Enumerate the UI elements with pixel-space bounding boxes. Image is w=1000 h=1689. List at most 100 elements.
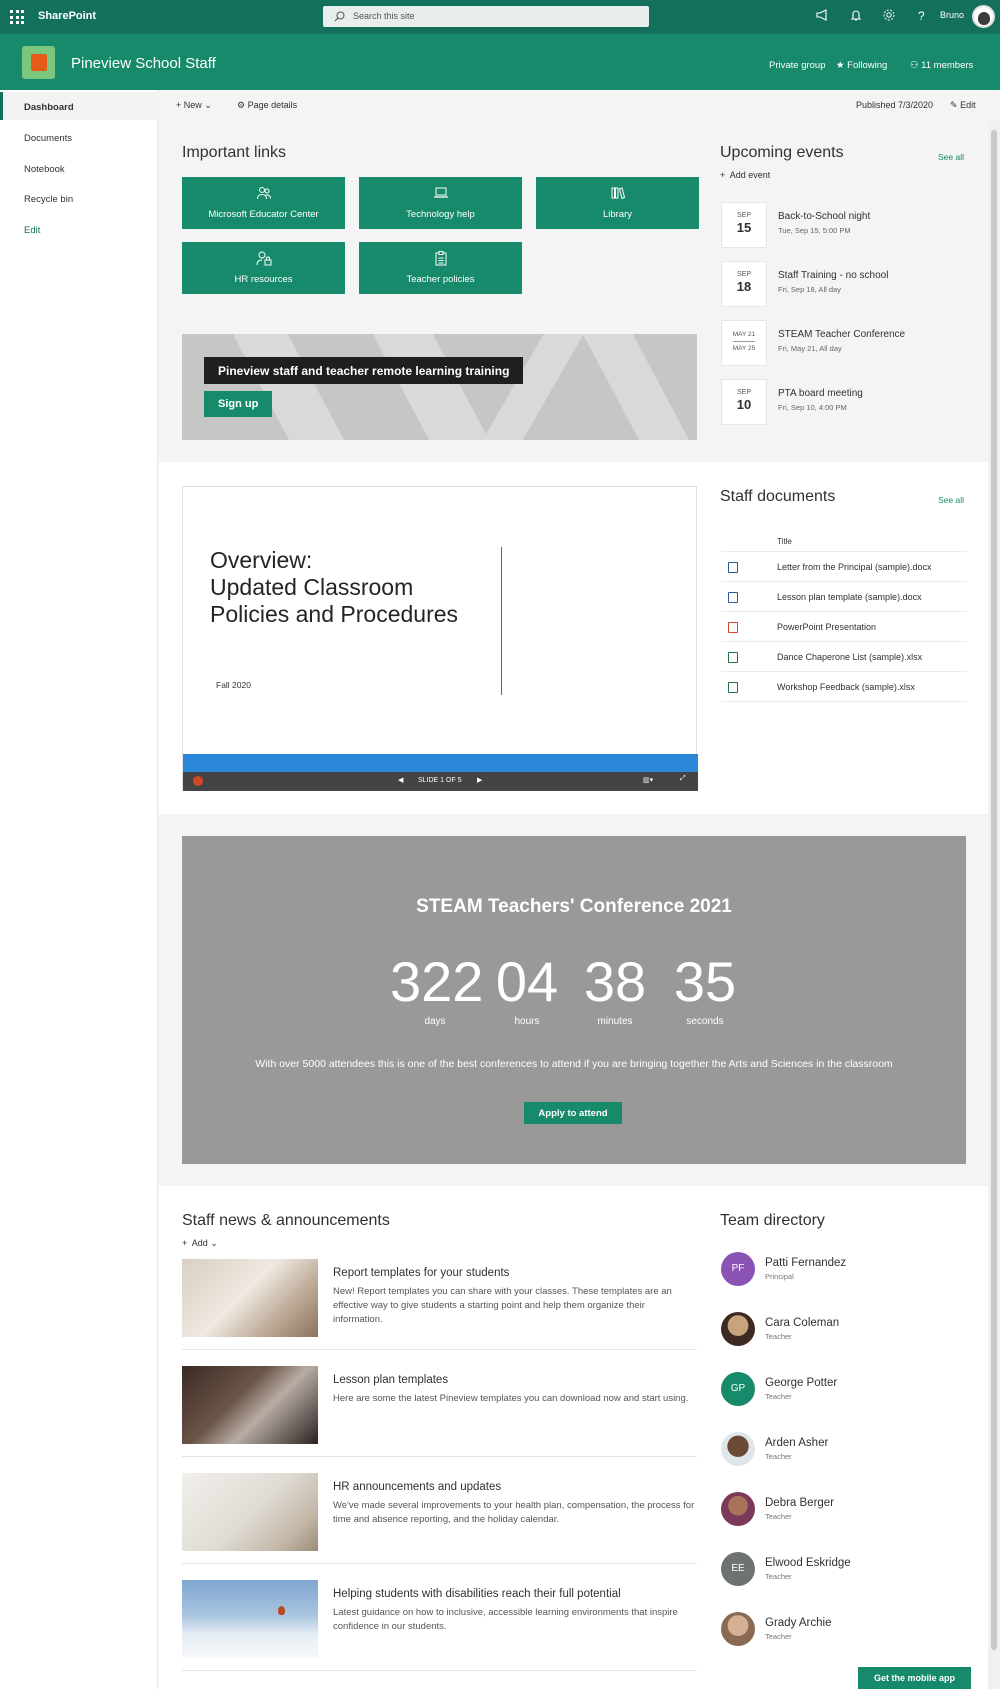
hero-decoration: [227, 334, 352, 440]
library-icon: [611, 187, 626, 200]
quick-link-technology-help[interactable]: Technology help: [359, 177, 522, 229]
add-event-label: Add event: [729, 170, 771, 180]
megaphone-icon[interactable]: [815, 8, 829, 22]
help-icon[interactable]: ?: [918, 9, 925, 23]
user-avatar[interactable]: [972, 5, 995, 28]
person-card[interactable]: Debra Berger Teacher: [721, 1492, 961, 1532]
slide-counter: SLIDE 1 OF 5: [418, 777, 462, 784]
next-slide-icon[interactable]: ▶: [477, 776, 482, 784]
previous-slide-icon[interactable]: ◀: [398, 776, 403, 784]
powerpoint-viewer[interactable]: Overview: Updated Classroom Policies and…: [182, 486, 698, 791]
events-see-all-link[interactable]: See all: [938, 152, 964, 162]
gear-icon[interactable]: [882, 8, 896, 22]
document-row[interactable]: Lesson plan template (sample).docx: [721, 582, 967, 612]
balloon-shape: [278, 1606, 285, 1615]
person-role: Teacher: [765, 1452, 792, 1461]
event-title: Back-to-School night: [778, 211, 871, 222]
quick-link-educator-center[interactable]: Microsoft Educator Center: [182, 177, 345, 229]
user-name[interactable]: Bruno: [940, 10, 964, 20]
document-row[interactable]: Workshop Feedback (sample).xlsx: [721, 672, 967, 702]
new-button[interactable]: + New ⌄: [176, 100, 212, 111]
avatar: [721, 1432, 755, 1466]
nav-item-notebook[interactable]: Notebook: [0, 154, 158, 182]
edit-page-button[interactable]: ✎ Edit: [950, 100, 976, 111]
document-row[interactable]: Dance Chaperone List (sample).xlsx: [721, 642, 967, 672]
person-card[interactable]: GP George Potter Teacher: [721, 1372, 961, 1412]
following-button[interactable]: ★ Following: [836, 60, 887, 71]
page-scrollbar[interactable]: [988, 120, 1000, 1689]
hero-banner[interactable]: Pineview staff and teacher remote learni…: [182, 334, 697, 440]
person-card[interactable]: PF Patti Fernandez Principal: [721, 1252, 961, 1292]
bell-icon[interactable]: [849, 8, 863, 22]
person-card[interactable]: Grady Archie Teacher: [721, 1612, 961, 1652]
event-date: SEP 10: [721, 379, 767, 425]
document-row[interactable]: PowerPoint Presentation: [721, 612, 967, 642]
add-event-button[interactable]: + Add event: [720, 170, 770, 180]
news-thumbnail: [182, 1580, 318, 1658]
members-button[interactable]: ⚇ 11 members: [910, 60, 973, 71]
title-column-header[interactable]: Title: [777, 537, 792, 546]
event-month: SEP: [736, 271, 751, 278]
news-title: Staff news & announcements: [182, 1212, 390, 1229]
documents-see-all-link[interactable]: See all: [938, 495, 964, 505]
divider: [182, 1349, 697, 1350]
clipboard-icon: [435, 251, 447, 266]
event-day: 18: [736, 279, 752, 294]
view-options-icon[interactable]: ▥▾: [643, 776, 653, 784]
powerpoint-icon: [193, 776, 203, 786]
document-name: Dance Chaperone List (sample).xlsx: [777, 652, 923, 662]
person-role: Teacher: [765, 1632, 792, 1641]
documents-table: Title Letter from the Principal (sample)…: [721, 530, 967, 702]
countdown-seconds-label: seconds: [686, 1016, 724, 1027]
person-card[interactable]: Arden Asher Teacher: [721, 1432, 961, 1472]
app-launcher-icon[interactable]: [10, 10, 24, 24]
add-news-button[interactable]: + Add ⌄: [182, 1238, 218, 1249]
search-input[interactable]: Search this site: [323, 6, 649, 27]
sign-up-button[interactable]: Sign up: [204, 391, 272, 417]
news-item[interactable]: HR announcements and updates We've made …: [182, 1473, 697, 1564]
nav-item-recycle-bin[interactable]: Recycle bin: [0, 184, 158, 212]
quick-link-label: Technology help: [406, 209, 475, 220]
news-item[interactable]: Report templates for your students New! …: [182, 1259, 697, 1350]
person-role: Teacher: [765, 1572, 792, 1581]
person-lock-icon: [256, 251, 272, 266]
site-header: Pineview School Staff Private group ★ Fo…: [0, 34, 1000, 90]
person-icon: ⚇: [910, 60, 919, 71]
countdown-days-label: days: [424, 1016, 446, 1027]
scrollbar-thumb[interactable]: [991, 130, 997, 1650]
word-file-icon: [728, 562, 738, 573]
quick-link-library[interactable]: Library: [536, 177, 699, 229]
countdown-seconds: 35: [673, 950, 737, 1013]
nav-item-documents[interactable]: Documents: [0, 123, 158, 151]
document-row[interactable]: Letter from the Principal (sample).docx: [721, 552, 967, 582]
event-time: Fri, Sep 18, All day: [778, 285, 841, 294]
event-item[interactable]: SEP 15 Back-to-School night Tue, Sep 15, …: [721, 202, 967, 248]
divider: [182, 1456, 697, 1457]
excel-file-icon: [728, 652, 738, 663]
event-title: STEAM Teacher Conference: [778, 329, 906, 340]
sharepoint-brand[interactable]: SharePoint: [38, 10, 96, 22]
news-item[interactable]: Lesson plan templates Here are some the …: [182, 1366, 697, 1457]
person-name: Cara Coleman: [765, 1317, 840, 1329]
following-label: Following: [847, 60, 888, 71]
event-item[interactable]: SEP 10 PTA board meeting Fri, Sep 10, 4:0…: [721, 379, 967, 425]
fullscreen-icon[interactable]: ⤢: [680, 775, 686, 783]
person-card[interactable]: EE Elwood Eskridge Teacher: [721, 1552, 961, 1592]
quick-link-label: Library: [602, 209, 633, 220]
quick-link-hr-resources[interactable]: HR resources: [182, 242, 345, 294]
get-mobile-app-button[interactable]: Get the mobile app: [858, 1667, 971, 1689]
nav-item-dashboard[interactable]: Dashboard: [0, 92, 158, 120]
event-item[interactable]: SEP 18 Staff Training - no school Fri, Se…: [721, 261, 967, 307]
quick-link-teacher-policies[interactable]: Teacher policies: [359, 242, 522, 294]
hero-decoration: [474, 334, 590, 440]
nav-edit-link[interactable]: Edit: [0, 215, 158, 243]
news-description: New! Report templates you can share with…: [333, 1286, 672, 1325]
avatar: EE: [721, 1552, 755, 1586]
news-item[interactable]: Helping students with disabilities reach…: [182, 1580, 697, 1671]
site-logo[interactable]: [22, 46, 55, 79]
site-title[interactable]: Pineview School Staff: [71, 55, 216, 72]
apply-to-attend-button[interactable]: Apply to attend: [524, 1102, 622, 1124]
person-card[interactable]: Cara Coleman Teacher: [721, 1312, 961, 1352]
event-item[interactable]: MAY 21 MAY 25 STEAM Teacher Conference Fr…: [721, 320, 967, 366]
page-details-button[interactable]: ⚙ Page details: [237, 100, 297, 111]
